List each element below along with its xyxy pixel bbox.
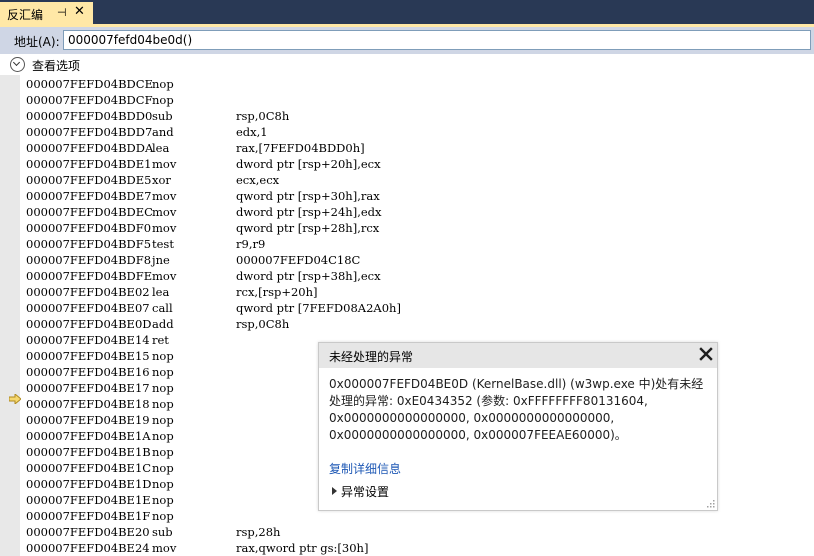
instruction-address: 000007FEFD04BDE1: [26, 157, 152, 171]
instruction-address: 000007FEFD04BDEC: [26, 205, 153, 219]
instruction-address: 000007FEFD04BE1F: [26, 509, 151, 523]
instruction-mnemonic: sub: [152, 109, 173, 123]
address-bar: 地址(A): 000007fefd04be0d(): [0, 27, 814, 54]
instruction-address: 000007FEFD04BE02: [26, 285, 150, 299]
instruction-mnemonic: nop: [152, 429, 174, 443]
instruction-address: 000007FEFD04BDD0: [26, 109, 153, 123]
instruction-address: 000007FEFD04BE0D: [26, 317, 152, 331]
instruction-mnemonic: mov: [152, 541, 177, 555]
copy-details-link[interactable]: 复制详细信息: [329, 460, 401, 477]
instruction-address: 000007FEFD04BDDA: [26, 141, 154, 155]
instruction-mnemonic: nop: [152, 461, 174, 475]
instruction-address: 000007FEFD04BDF0: [26, 221, 152, 235]
instruction-operands: qword ptr [7FEFD08A2A0h]: [236, 301, 401, 315]
view-options-bar: 查看选项: [0, 54, 814, 75]
instruction-address: 000007FEFD04BE17: [26, 381, 150, 395]
tab-disassembly[interactable]: 反汇编 ⊣ ✕: [0, 2, 93, 25]
instruction-address: 000007FEFD04BE1D: [26, 477, 152, 491]
instruction-operands: rcx,[rsp+20h]: [236, 285, 318, 299]
instruction-operands: rsp,28h: [236, 525, 281, 539]
instruction-address: 000007FEFD04BE18: [26, 397, 150, 411]
instruction-address: 000007FEFD04BDE5: [26, 173, 152, 187]
instruction-address: 000007FEFD04BE1A: [26, 429, 151, 443]
instruction-address: 000007FEFD04BDFE: [26, 269, 153, 283]
instruction-mnemonic: nop: [152, 509, 174, 523]
instruction-mnemonic: ret: [152, 333, 169, 347]
instruction-mnemonic: lea: [152, 141, 170, 155]
instruction-address: 000007FEFD04BDE7: [26, 189, 152, 203]
instruction-mnemonic: sub: [152, 525, 173, 539]
popup-header: 未经处理的异常: [319, 343, 717, 368]
instruction-mnemonic: nop: [152, 413, 174, 427]
instruction-mnemonic: xor: [152, 173, 171, 187]
instruction-address: 000007FEFD04BDF8: [26, 253, 152, 267]
instruction-mnemonic: lea: [152, 285, 170, 299]
instruction-mnemonic: nop: [152, 93, 174, 107]
instruction-address: 000007FEFD04BDF5: [26, 237, 152, 251]
pin-icon[interactable]: ⊣: [57, 6, 67, 19]
resize-grip-icon[interactable]: [706, 499, 715, 508]
instruction-mnemonic: nop: [152, 381, 174, 395]
instruction-operands: dword ptr [rsp+38h],ecx: [236, 269, 381, 283]
instruction-address: 000007FEFD04BE16: [26, 365, 150, 379]
instruction-operands: rax,[7FEFD04BDD0h]: [236, 141, 365, 155]
margin-gutter[interactable]: [0, 75, 21, 556]
instruction-operands: dword ptr [rsp+24h],edx: [236, 205, 382, 219]
instruction-mnemonic: mov: [152, 189, 177, 203]
instruction-address: 000007FEFD04BDCE: [26, 77, 153, 91]
close-icon[interactable]: ✕: [74, 4, 85, 19]
instruction-operands: qword ptr [rsp+30h],rax: [236, 189, 380, 203]
instruction-mnemonic: nop: [152, 77, 174, 91]
instruction-address: 000007FEFD04BE20: [26, 525, 150, 539]
instruction-address: 000007FEFD04BE14: [26, 333, 150, 347]
popup-title: 未经处理的异常: [329, 350, 414, 364]
view-options-toggle[interactable]: 查看选项: [32, 57, 80, 74]
instruction-mnemonic: mov: [152, 221, 177, 235]
instruction-address: 000007FEFD04BDD7: [26, 125, 153, 139]
instruction-mnemonic: nop: [152, 397, 174, 411]
instruction-operands: rsp,0C8h: [236, 109, 290, 123]
instruction-address: 000007FEFD04BE07: [26, 301, 150, 315]
document-tab-strip: 反汇编 ⊣ ✕: [0, 0, 814, 25]
instruction-mnemonic: nop: [152, 477, 174, 491]
instruction-pointer-arrow-icon: [9, 394, 21, 404]
tab-title: 反汇编: [7, 8, 44, 22]
exception-settings-label: 异常设置: [341, 485, 390, 499]
instruction-operands: qword ptr [rsp+28h],rcx: [236, 221, 380, 235]
instruction-address: 000007FEFD04BE15: [26, 349, 150, 363]
instruction-mnemonic: add: [152, 317, 174, 331]
exception-popup: 未经处理的异常 0x000007FEFD04BE0D (KernelBase.d…: [318, 342, 718, 511]
exception-message: 0x000007FEFD04BE0D (KernelBase.dll) (w3w…: [329, 377, 704, 442]
instruction-operands: r9,r9: [236, 237, 266, 251]
instruction-mnemonic: nop: [152, 349, 174, 363]
instruction-mnemonic: test: [152, 237, 174, 251]
address-input[interactable]: 000007fefd04be0d(): [63, 30, 811, 50]
instruction-mnemonic: mov: [152, 269, 177, 283]
exception-settings-expander[interactable]: 异常设置: [329, 483, 389, 500]
instruction-operands: 000007FEFD04C18C: [236, 253, 361, 267]
instruction-operands: rsp,0C8h: [236, 317, 290, 331]
instruction-operands: rax,qword ptr gs:[30h]: [236, 541, 369, 555]
address-label: 地址(A):: [14, 35, 60, 49]
close-icon[interactable]: [699, 347, 713, 361]
instruction-operands: ecx,ecx: [236, 173, 280, 187]
instruction-mnemonic: nop: [152, 365, 174, 379]
instruction-address: 000007FEFD04BE24: [26, 541, 150, 555]
instruction-address: 000007FEFD04BE1B: [26, 445, 151, 459]
instruction-operands: dword ptr [rsp+20h],ecx: [236, 157, 381, 171]
instruction-address: 000007FEFD04BE1C: [26, 461, 152, 475]
instruction-mnemonic: and: [152, 125, 174, 139]
instruction-mnemonic: jne: [152, 253, 170, 267]
instruction-mnemonic: mov: [152, 205, 177, 219]
instruction-mnemonic: call: [152, 301, 173, 315]
instruction-mnemonic: nop: [152, 493, 174, 507]
instruction-mnemonic: nop: [152, 445, 174, 459]
expand-triangle-icon: [332, 487, 337, 495]
instruction-operands: edx,1: [236, 125, 268, 139]
instruction-address: 000007FEFD04BDCF: [26, 93, 153, 107]
instruction-mnemonic: mov: [152, 157, 177, 171]
instruction-address: 000007FEFD04BE19: [26, 413, 150, 427]
chevron-down-icon[interactable]: [10, 57, 25, 72]
instruction-address: 000007FEFD04BE1E: [26, 493, 151, 507]
